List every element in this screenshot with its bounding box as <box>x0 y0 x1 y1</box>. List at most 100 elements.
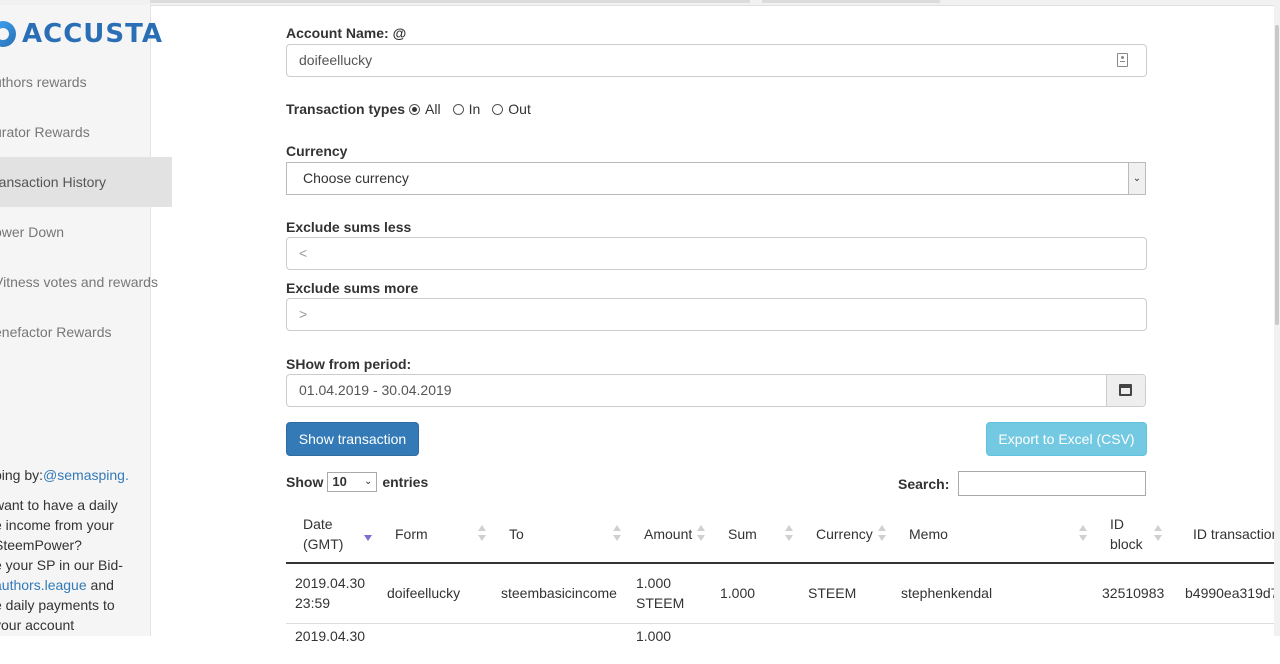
cell-sum: 1.000 <box>720 585 756 601</box>
promo-text: want to have a daily <box>0 497 118 513</box>
col-memo-label: Memo <box>909 526 948 542</box>
col-form[interactable]: Form <box>395 506 428 562</box>
col-date-sub: (GMT) <box>303 536 344 552</box>
promo-text: e income from your <box>0 517 114 533</box>
table-length-control: Show 10 ⌄ entries <box>286 472 428 492</box>
sort-icon[interactable] <box>613 525 621 543</box>
sort-desc-icon[interactable] <box>364 525 372 543</box>
exclude-less-placeholder: < <box>299 245 308 261</box>
sort-icon[interactable] <box>1079 525 1087 543</box>
sidebar-item-witness-votes[interactable]: Vitness votes and rewards <box>0 257 172 307</box>
sort-icon[interactable] <box>785 525 793 543</box>
chevron-down-icon: ⌄ <box>363 476 373 487</box>
calendar-button[interactable] <box>1106 375 1145 406</box>
table-row[interactable]: 2019.04.30 23:59 doifeellucky steembasici… <box>286 563 1280 624</box>
period-input[interactable]: 01.04.2019 - 30.04.2019 <box>286 374 1146 407</box>
length-suffix: entries <box>382 474 429 490</box>
col-id-block[interactable]: ID block <box>1110 506 1143 562</box>
entries-value: 10 <box>332 474 347 489</box>
entries-per-page-select[interactable]: 10 ⌄ <box>327 472 378 492</box>
logo-icon <box>0 21 16 47</box>
cell-date-day: 2019.04.30 <box>295 575 366 591</box>
period-value: 01.04.2019 - 30.04.2019 <box>299 382 452 398</box>
radio-label: Out <box>508 101 531 117</box>
transaction-types-group: Transaction types All In Out <box>286 101 543 117</box>
semasping-link[interactable]: @semasping. <box>43 467 129 483</box>
export-csv-button[interactable]: Export to Excel (CSV) <box>986 422 1147 456</box>
promo-text: ping by: <box>0 467 44 483</box>
col-id-transaction[interactable]: ID transaction <box>1193 506 1279 562</box>
currency-select[interactable]: Choose currency ⌄ <box>286 162 1146 195</box>
radio-out[interactable]: Out <box>492 101 531 117</box>
promo-text: and <box>86 577 114 593</box>
promo-text: e your SP in our Bid- <box>0 557 123 573</box>
sidebar-item-authors-rewards[interactable]: uthors rewards <box>0 57 172 107</box>
col-date-label: Date <box>303 516 333 532</box>
radio-indicator[interactable] <box>409 103 421 115</box>
col-amount-label: Amount <box>644 526 693 542</box>
authors-league-link[interactable]: authors.league <box>0 577 87 593</box>
scrollbar-thumb[interactable] <box>1275 25 1279 325</box>
col-id-block-sub: block <box>1110 536 1143 552</box>
brand-logo[interactable]: ACCUSTA <box>0 19 163 49</box>
cell-amount-value: 1.000 <box>636 575 672 591</box>
cell-amount: 1.000 STEEM <box>636 563 684 623</box>
radio-label: All <box>425 101 441 117</box>
sidebar-item-transaction-history[interactable]: ransaction History <box>0 157 172 207</box>
radio-indicator[interactable] <box>492 103 504 115</box>
col-date[interactable]: Date (GMT) <box>303 506 343 562</box>
table-row[interactable]: 2019.04.30 1.000 <box>286 624 1280 664</box>
col-form-label: Form <box>395 526 428 542</box>
table-header: Date (GMT) Form To Amount Sum Currency Me… <box>286 506 1280 564</box>
sidebar-item-benefactor-rewards[interactable]: enefactor Rewards <box>0 307 172 357</box>
exclude-more-label: Exclude sums more <box>286 280 419 296</box>
cell-amount: 1.000 <box>636 628 672 644</box>
promo-text: SteemPower? <box>0 537 82 553</box>
page-scrollbar[interactable] <box>1274 5 1280 636</box>
col-amount[interactable]: Amount <box>644 506 692 562</box>
col-to[interactable]: To <box>509 506 524 562</box>
account-name-input[interactable]: doifeellucky <box>286 44 1147 77</box>
cell-date-time: 23:59 <box>295 595 331 611</box>
account-name-label: Account Name: @ <box>286 25 407 41</box>
cell-from: doifeellucky <box>387 585 461 601</box>
sidebar-promo-note: ping by:@semasping. want to have a daily… <box>0 465 144 635</box>
col-memo[interactable]: Memo <box>909 506 948 562</box>
contact-card-icon <box>1117 53 1128 67</box>
sort-icon[interactable] <box>1154 525 1162 543</box>
sidebar-item-curator-rewards[interactable]: urator Rewards <box>0 107 172 157</box>
exclude-less-label: Exclude sums less <box>286 219 412 235</box>
promo-text: e daily payments to <box>0 597 115 613</box>
exclude-more-input[interactable]: > <box>286 298 1147 331</box>
cell-to: steembasicincome <box>501 585 617 601</box>
cell-date: 2019.04.30 23:59 <box>295 563 365 623</box>
sort-icon[interactable] <box>697 525 705 543</box>
sidebar: ACCUSTA uthors rewards urator Rewards ra… <box>0 5 172 636</box>
sidebar-item-power-down[interactable]: ower Down <box>0 207 172 257</box>
sort-icon[interactable] <box>878 525 886 543</box>
radio-in[interactable]: In <box>452 101 481 117</box>
search-label: Search: <box>898 476 950 492</box>
radio-all[interactable]: All <box>409 101 441 117</box>
col-id-transaction-label: ID transaction <box>1193 526 1280 542</box>
exclude-more-placeholder: > <box>299 306 308 322</box>
chevron-down-icon[interactable]: ⌄ <box>1128 163 1145 194</box>
show-transaction-button[interactable]: Show transaction <box>286 422 419 456</box>
currency-label: Currency <box>286 143 348 159</box>
radio-indicator[interactable] <box>452 103 464 115</box>
col-sum[interactable]: Sum <box>728 506 757 562</box>
promo-text: your account <box>0 617 75 633</box>
length-prefix: Show <box>286 474 324 490</box>
logo-text: ACCUSTA <box>22 19 163 49</box>
col-currency[interactable]: Currency <box>816 506 873 562</box>
search-input[interactable] <box>958 471 1146 496</box>
sort-icon[interactable] <box>478 525 486 543</box>
cell-block: 32510983 <box>1102 585 1165 601</box>
account-name-value: doifeellucky <box>299 52 373 68</box>
exclude-less-input[interactable]: < <box>286 237 1147 270</box>
main-content: Account Name: @ doifeellucky Transaction… <box>286 0 1280 644</box>
radio-label: In <box>468 101 481 117</box>
cell-trx: b4990ea319d7 <box>1185 585 1279 601</box>
currency-selected-value: Choose currency <box>303 170 409 186</box>
col-currency-label: Currency <box>816 526 873 542</box>
